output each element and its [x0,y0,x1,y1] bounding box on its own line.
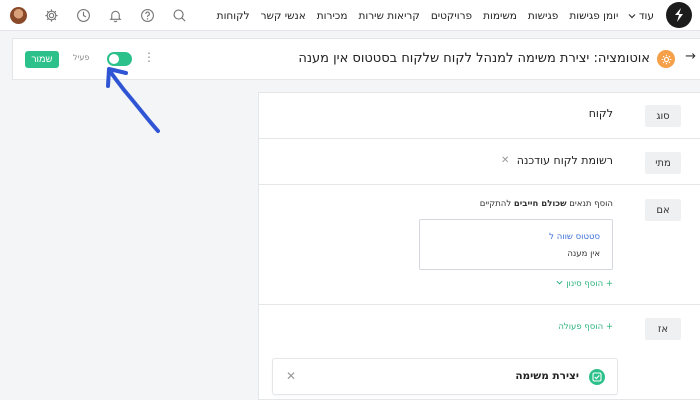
conditions-intro-suffix: להתקיים [479,199,514,209]
type-row: סוג לקוח [259,93,700,139]
nav-more-label: עוד [638,9,654,22]
chevron-down-icon [628,13,636,18]
nav-more-menu[interactable]: עוד [624,10,658,22]
if-row: אם הוסף תנאים שכולם חייבים להתקיים סטטוס… [259,185,700,305]
then-tag: אז [645,318,681,340]
top-nav: לקוחות אנשי קשר מכירות קריאות שירות פרוי… [0,0,700,31]
conditions-intro-bold: שכולם חייבים [513,199,567,209]
nav-item-calendar[interactable]: יומן פגישות [564,10,624,22]
nav-item-tasks[interactable]: משימות [478,10,523,22]
nav-icon-group [10,0,187,31]
condition-field[interactable]: סטטוס שווה ל [549,232,600,242]
add-action-link[interactable]: + הוסף פעולה [558,322,613,332]
clock-icon[interactable] [75,8,91,24]
gear-icon[interactable] [43,8,59,24]
rule-panel: סוג לקוח מתי רשומת לקוח עודכנה ✕ אם הוסף… [258,92,700,400]
logo-icon [675,8,683,22]
type-tag: סוג [645,105,681,127]
when-row: מתי רשומת לקוח עודכנה ✕ [259,139,700,185]
app-logo[interactable] [666,2,692,28]
type-value[interactable]: לקוח [589,107,613,120]
conditions-intro: הוסף תנאים שכולם חייבים להתקיים [480,199,613,209]
remove-action-icon[interactable]: ✕ [286,369,296,383]
nav-item-projects[interactable]: פרויקטים [425,10,477,22]
nav-item-service-calls[interactable]: קריאות שירות [353,10,425,22]
bell-icon[interactable] [107,8,123,24]
page-title: אוטומציה: יצירת משימה למנהל לקוח שלקוח ב… [298,51,650,66]
automation-icon [657,50,675,68]
chevron-down-icon [556,280,563,285]
help-icon[interactable] [139,8,155,24]
nav-item-contacts[interactable]: אנשי קשר [255,10,311,22]
nav-item-meetings[interactable]: פגישות [522,10,563,22]
if-tag: אם [645,199,681,221]
active-label: פעיל [73,53,90,62]
clear-trigger-icon[interactable]: ✕ [501,155,509,166]
nav-item-customers[interactable]: לקוחות [211,10,255,22]
condition-value[interactable]: אין מענה [567,249,600,259]
add-filter-label: + הוסף סינון [566,279,613,289]
action-card[interactable]: יצירת משימה ✕ [272,358,618,395]
condition-box[interactable]: סטטוס שווה ל אין מענה [419,219,613,270]
add-filter-link[interactable]: + הוסף סינון [556,279,613,289]
when-value[interactable]: רשומת לקוח עודכנה [517,154,613,167]
nav-item-sales[interactable]: מכירות [311,10,353,22]
when-tag: מתי [645,152,681,174]
task-check-icon [589,369,605,385]
toggle-knob [109,54,119,64]
save-button[interactable]: שמור [25,51,59,68]
active-toggle[interactable] [107,52,132,66]
automation-header: שמור פעיל ⋮ אוטומציה: יצירת משימה למנהל … [12,38,700,80]
back-arrow-icon[interactable]: → [685,49,696,64]
nav-menu: לקוחות אנשי קשר מכירות קריאות שירות פרוי… [211,0,658,31]
avatar[interactable] [10,7,27,24]
search-icon[interactable] [171,8,187,24]
action-label: יצירת משימה [515,370,579,382]
conditions-intro-prefix: הוסף תנאים [566,199,613,209]
more-options-icon[interactable]: ⋮ [143,51,155,63]
